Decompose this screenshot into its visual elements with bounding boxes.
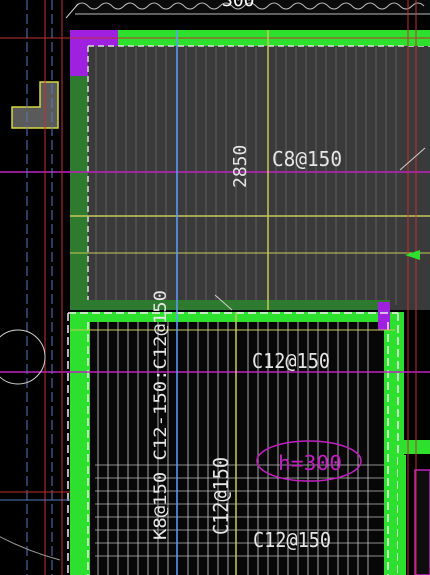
rebar-label-bottom: C12@150 xyxy=(253,528,331,552)
dimension-label: 2850 xyxy=(230,145,251,188)
top-partial-label: 300 xyxy=(222,0,255,11)
rebar-label-mid: C12@150 xyxy=(252,349,330,373)
rebar-label-top: C8@150 xyxy=(272,147,342,171)
rebar-label-vertical-2: C12@150 xyxy=(209,457,233,535)
cad-drawing-canvas: 300 C8@150 2850 C12@150 K8@150 C12-150:C… xyxy=(0,0,430,575)
cad-viewport[interactable]: 300 C8@150 2850 C12@150 K8@150 C12-150:C… xyxy=(0,0,430,575)
left-wall-block xyxy=(11,81,59,129)
column-circle xyxy=(0,329,46,385)
rebar-label-vertical: K8@150 C12-150:C12@150 xyxy=(151,290,171,540)
thickness-label: h=300 xyxy=(278,451,342,475)
